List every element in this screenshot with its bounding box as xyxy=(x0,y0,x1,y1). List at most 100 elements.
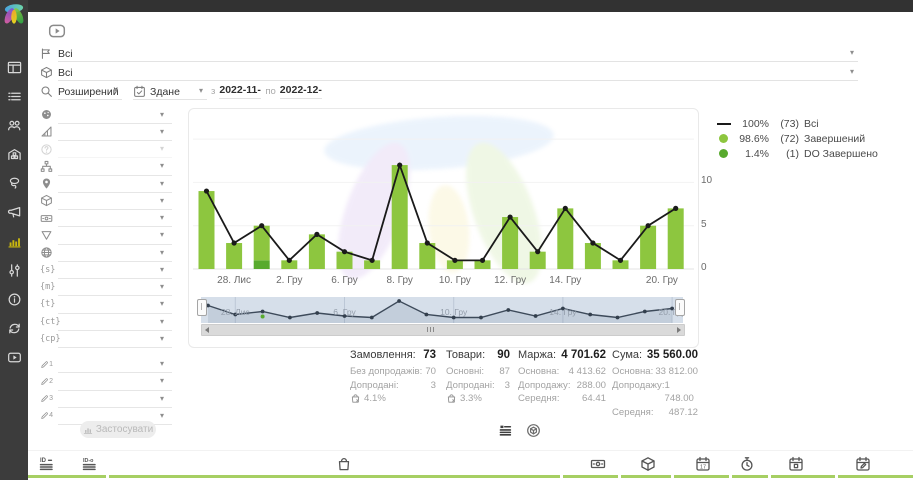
banknote-icon xyxy=(40,212,53,225)
filter-select-banknote[interactable]: ▾ xyxy=(58,209,172,227)
date-from-input[interactable] xyxy=(219,84,261,99)
column-header-id-lines[interactable]: ID xyxy=(39,456,55,472)
navigator-handle-left[interactable] xyxy=(197,299,207,316)
view-toggle-cube-circle[interactable] xyxy=(526,423,542,439)
sidebar-item-orders[interactable] xyxy=(0,82,28,111)
filter-select-help[interactable]: ▾ xyxy=(58,140,172,158)
sidebar-item-hook[interactable] xyxy=(0,169,28,198)
filter-select-globe-dark[interactable]: ▾ xyxy=(58,106,172,124)
filter-select-utm-campaign[interactable]: ▾ xyxy=(58,330,172,348)
svg-text:ID: ID xyxy=(40,458,47,464)
view-toggle-stats-list[interactable] xyxy=(498,423,514,439)
stat-sub-label: Допродані: xyxy=(446,379,495,393)
stat-sub-label: Середня: xyxy=(518,392,559,406)
sidebar-item-dashboard[interactable] xyxy=(0,53,28,82)
filter-select-utm-source[interactable]: ▾ xyxy=(58,261,172,279)
table-column-underline xyxy=(838,475,913,478)
chevron-down-icon: ▾ xyxy=(160,161,164,170)
search-mode-select[interactable]: Розширений ▾ xyxy=(58,84,122,100)
status-filter-select[interactable]: Всі ▾ xyxy=(58,46,858,62)
search-icon xyxy=(40,85,53,98)
filter-select-utm-content[interactable]: ▾ xyxy=(58,313,172,331)
filter-select-utm-term[interactable]: ▾ xyxy=(58,295,172,313)
pencil-icon xyxy=(40,359,49,370)
sidebar-item-warehouse[interactable] xyxy=(0,140,28,169)
apply-button[interactable]: Застосувати xyxy=(80,421,156,438)
stat-sub-label: Допродані: xyxy=(350,379,399,393)
column-header-id-dash[interactable]: ID-o xyxy=(82,456,98,472)
chevron-down-icon: ▾ xyxy=(850,67,854,76)
dashboard-icon xyxy=(7,60,22,75)
stat-sub-value: 33 812.00 xyxy=(655,365,698,379)
legend-item[interactable]: 100%(73)Всі xyxy=(716,116,878,131)
column-header-bag[interactable] xyxy=(336,456,352,472)
stat-title: Маржа: xyxy=(518,349,556,361)
funnel-icon xyxy=(40,229,53,242)
filter-select-sitemap[interactable]: ▾ xyxy=(58,157,172,175)
stat-sub-value: 3 xyxy=(431,379,436,393)
column-header-timer[interactable] xyxy=(739,456,755,472)
utm-medium-icon: {m} xyxy=(40,282,55,292)
view-toggles xyxy=(498,423,542,439)
calendar-check-icon xyxy=(133,85,146,98)
analytics-icon xyxy=(7,234,22,249)
navigator-scrollbar[interactable] xyxy=(201,324,685,336)
filter-select-custom-field-3[interactable]: ▾ xyxy=(58,390,172,408)
sidebar-item-analytics[interactable] xyxy=(0,227,28,256)
chevron-down-icon: ▾ xyxy=(160,359,164,368)
video-tutorial-button[interactable] xyxy=(48,22,66,40)
globe-dark-icon xyxy=(40,108,53,121)
column-header-banknote[interactable] xyxy=(590,456,606,472)
pencil-icon xyxy=(40,410,49,421)
filter-select-map-pin[interactable]: ▾ xyxy=(58,175,172,193)
search-icon xyxy=(40,85,53,98)
date-from-label: з xyxy=(211,86,215,97)
table-column-underline xyxy=(563,475,618,478)
navigator-handle-right[interactable] xyxy=(675,299,685,316)
orders-icon xyxy=(7,89,22,104)
filter-select-cube[interactable]: ▾ xyxy=(58,192,172,210)
filter-row-banknote: ▾ xyxy=(40,210,172,227)
stat-sub-value: 87 xyxy=(499,365,510,379)
date-to-input[interactable] xyxy=(280,84,322,99)
column-header-calendar-edit[interactable] xyxy=(855,456,871,472)
filter-select-funnel[interactable]: ▾ xyxy=(58,226,172,244)
sidebar-item-settings[interactable] xyxy=(0,256,28,285)
legend-item[interactable]: 1.4%(1)DO Завершено xyxy=(716,146,878,161)
product-filter-select[interactable]: Всі ▾ xyxy=(58,65,858,81)
stat-title: Сума: xyxy=(612,349,642,361)
filter-select-custom-field-2[interactable]: ▾ xyxy=(58,372,172,390)
date-type-select[interactable]: Здане ▾ xyxy=(133,84,207,100)
filter-select-ruler[interactable]: ▾ xyxy=(58,123,172,141)
sitemap-icon xyxy=(40,160,53,173)
filter-row-ruler: ▾ xyxy=(40,123,172,140)
pencil-icon xyxy=(40,376,49,387)
sidebar-item-info[interactable] xyxy=(0,285,28,314)
column-header-cube[interactable] xyxy=(640,456,656,472)
column-header-calendar-box[interactable] xyxy=(788,456,804,472)
column-header-calendar-date[interactable]: 17 xyxy=(695,456,711,472)
globe-icon xyxy=(40,246,53,259)
filter-select-globe[interactable]: ▾ xyxy=(58,244,172,262)
chart-navigator[interactable]: 28. Лис6. Гру10. Гру14. Гру20. Гру xyxy=(201,297,683,323)
sidebar-item-video[interactable] xyxy=(0,343,28,372)
sidebar-item-megaphone[interactable] xyxy=(0,198,28,227)
main-chart: 28. Лис2. Гру6. Гру8. Гру10. Гру12. Гру1… xyxy=(189,109,698,291)
filter-select-utm-medium[interactable]: ▾ xyxy=(58,278,172,296)
megaphone-icon xyxy=(7,205,22,220)
scroll-right-arrow[interactable] xyxy=(677,327,681,333)
filter-select-custom-field-1[interactable]: ▾ xyxy=(58,355,172,373)
legend-item[interactable]: 98.6%(72)Завершений xyxy=(716,131,878,146)
table-column-underline xyxy=(732,475,768,478)
scroll-left-arrow[interactable] xyxy=(205,327,209,333)
keycrm-logo[interactable] xyxy=(3,1,25,27)
sidebar-item-sync[interactable] xyxy=(0,314,28,343)
stat-column: Маржа:4 701.62Основна:4 413.62Допродажу:… xyxy=(518,349,606,406)
svg-text:17: 17 xyxy=(700,465,706,471)
ruler-icon xyxy=(40,125,53,138)
filter-row-custom-field-2: 2▾ xyxy=(40,373,172,390)
scrollbar-grip[interactable] xyxy=(426,327,435,332)
calendar-check-icon xyxy=(133,85,146,98)
sidebar-item-customers[interactable] xyxy=(0,111,28,140)
legend-percent: 1.4% xyxy=(736,148,769,160)
